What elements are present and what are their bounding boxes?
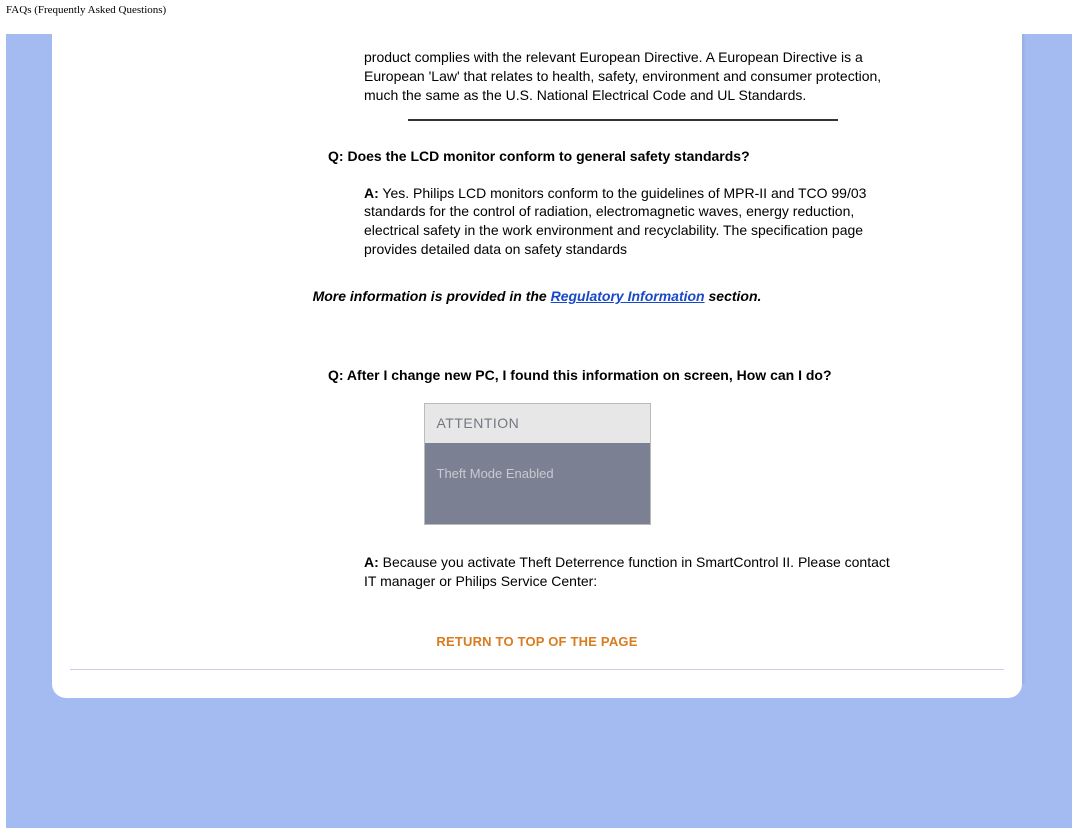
- attention-title: ATTENTION: [425, 404, 650, 443]
- regulatory-info-link[interactable]: Regulatory Information: [551, 288, 705, 304]
- more-info-before: More information is provided in the: [313, 288, 551, 304]
- return-to-top-link[interactable]: RETURN TO TOP OF THE PAGE: [436, 634, 637, 649]
- content-area: product complies with the relevant Europ…: [52, 34, 1022, 651]
- divider: [408, 119, 838, 121]
- faq2-answer: A: Because you activate Theft Deterrence…: [364, 553, 894, 591]
- a-prefix: A:: [364, 554, 379, 570]
- q-text: After I change new PC, I found this info…: [344, 367, 832, 383]
- q-text: Does the LCD monitor conform to general …: [344, 148, 750, 164]
- q-prefix: Q:: [328, 367, 344, 383]
- content-card: product complies with the relevant Europ…: [52, 34, 1022, 698]
- card-footer-divider: [70, 669, 1004, 670]
- a-text: Because you activate Theft Deterrence fu…: [364, 554, 890, 589]
- faq1-answer: A: Yes. Philips LCD monitors conform to …: [364, 184, 894, 260]
- more-info-after: section.: [705, 288, 762, 304]
- a-prefix: A:: [364, 185, 379, 201]
- page-background: product complies with the relevant Europ…: [6, 34, 1072, 828]
- faq1-question: Q: Does the LCD monitor conform to gener…: [328, 147, 928, 166]
- more-info-line: More information is provided in the Regu…: [217, 287, 857, 306]
- attention-dialog: ATTENTION Theft Mode Enabled: [424, 403, 651, 525]
- q-prefix: Q:: [328, 148, 344, 164]
- attention-body: Theft Mode Enabled: [425, 443, 650, 525]
- faq2-question: Q: After I change new PC, I found this i…: [328, 366, 928, 385]
- card-shadow: [1022, 34, 1026, 684]
- intro-paragraph: product complies with the relevant Europ…: [364, 34, 894, 105]
- a-text: Yes. Philips LCD monitors conform to the…: [364, 185, 866, 258]
- page-header-title: FAQs (Frequently Asked Questions): [0, 0, 1080, 20]
